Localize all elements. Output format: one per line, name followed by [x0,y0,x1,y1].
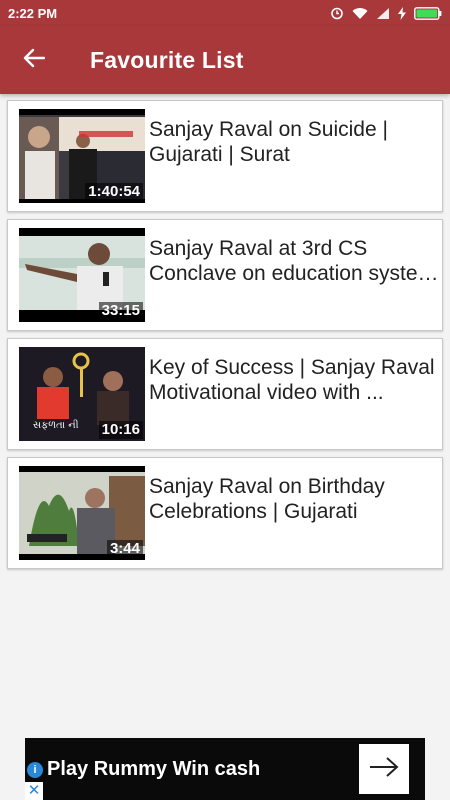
ad-text: Play Rummy Win cash [47,758,261,780]
status-icons [330,6,442,20]
alarm-icon [330,6,344,20]
signal-icon [376,7,390,20]
video-thumbnail: 3:44 [19,466,145,560]
video-card[interactable]: 1:40:54 Sanjay Raval on Suicide | Gujara… [7,100,443,212]
favourite-list: 1:40:54 Sanjay Raval on Suicide | Gujara… [7,100,443,576]
info-icon[interactable]: i [27,762,43,778]
close-icon[interactable]: ✕ [25,782,43,800]
page-title: Favourite List [90,46,244,73]
video-thumbnail: સફળતા ની 10:16 [19,347,145,441]
video-card[interactable]: 3:44 Sanjay Raval on Birthday Celebratio… [7,457,443,569]
video-title: Sanjay Raval on Suicide | Gujarati | Sur… [149,118,388,166]
video-card[interactable]: 33:15 Sanjay Raval at 3rd CS Conclave on… [7,219,443,331]
app-bar: Favourite List [0,26,450,94]
status-time: 2:22 PM [8,5,58,21]
video-duration: 33:15 [98,302,143,320]
video-title: Key of Success | Sanjay Raval Motivation… [149,356,435,404]
arrow-back-icon [23,48,46,73]
video-duration: 3:44 [106,540,143,558]
video-title: Sanjay Raval at 3rd CS Conclave on educa… [149,237,435,285]
battery-icon [414,6,442,20]
back-button[interactable] [4,26,64,94]
video-title: Sanjay Raval on Birthday Celebrations | … [149,475,385,523]
charging-icon [398,6,406,20]
arrow-right-icon [368,755,400,784]
video-duration: 1:40:54 [85,183,143,201]
ad-banner[interactable]: i ✕ Play Rummy Win cash [25,738,425,800]
status-bar: 2:22 PM [0,0,450,26]
wifi-icon [352,7,368,20]
video-thumbnail: 33:15 [19,228,145,322]
video-duration: 10:16 [98,421,143,439]
svg-text:સફળતા ની: સફળતા ની [33,419,79,431]
video-thumbnail: 1:40:54 [19,109,145,203]
ad-arrow-button[interactable] [359,744,409,794]
video-card[interactable]: સફળતા ની 10:16 Key of Success | Sanjay R… [7,338,443,450]
